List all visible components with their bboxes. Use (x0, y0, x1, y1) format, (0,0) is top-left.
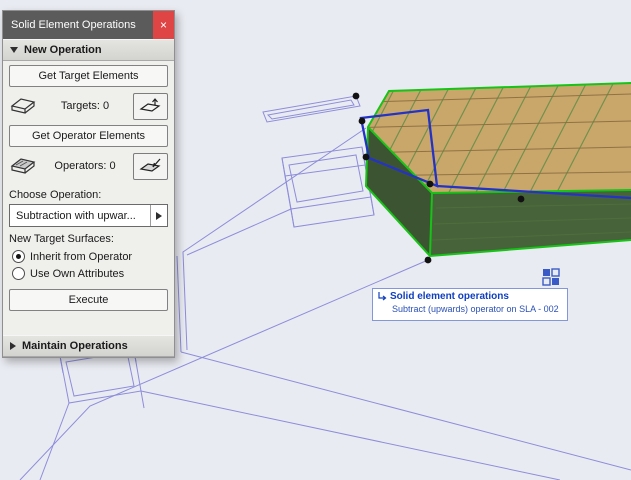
info-tag: Solid element operations Subtract (upwar… (372, 288, 568, 321)
pick-operators-button[interactable] (133, 152, 168, 180)
radio-inherit-label: Inherit from Operator (30, 250, 133, 263)
branch-arrow-icon (378, 292, 387, 301)
get-operator-elements-button[interactable]: Get Operator Elements (9, 125, 168, 147)
radio-use-own-attributes[interactable]: Use Own Attributes (8, 265, 169, 282)
dropdown-arrow (150, 205, 167, 226)
maintain-operations-label: Maintain Operations (22, 340, 128, 352)
section-maintain-operations[interactable]: Maintain Operations (3, 335, 174, 357)
choose-operation-label: Choose Operation: (9, 189, 102, 201)
radio-inherit-from-operator[interactable]: Inherit from Operator (8, 248, 169, 265)
targets-row: Targets: 0 (9, 91, 168, 121)
operators-row: Operators: 0 (9, 151, 168, 181)
new-target-surfaces-label: New Target Surfaces: (9, 233, 114, 245)
info-tag-title: Solid element operations (390, 291, 509, 302)
radio-own-label: Use Own Attributes (30, 267, 125, 280)
operation-dropdown[interactable]: Subtraction with upwar... (9, 204, 168, 227)
get-target-elements-button[interactable]: Get Target Elements (9, 65, 168, 87)
radio-unselected-icon (12, 267, 25, 280)
pick-operator-icon (138, 158, 161, 172)
solid-element-operations-palette: Solid Element Operations × New Operation… (2, 10, 175, 358)
info-tag-detail: Subtract (upwards) operator on SLA - 002 (392, 304, 559, 314)
execute-button[interactable]: Execute (9, 289, 168, 311)
element-info-grid-icon[interactable] (541, 267, 561, 287)
target-slab-icon (10, 98, 36, 114)
new-operation-label: New Operation (24, 44, 102, 56)
palette-title: Solid Element Operations (11, 19, 136, 31)
radio-selected-icon (12, 250, 25, 263)
palette-content: Get Target Elements Targets: 0 Get Opera… (3, 61, 174, 335)
application-window: Solid element operations Subtract (upwar… (0, 0, 631, 480)
targets-count: Targets: 0 (60, 100, 110, 112)
pick-target-icon (138, 98, 161, 112)
operator-slab-icon (10, 158, 36, 174)
collapse-triangle-down-icon (10, 47, 18, 53)
operators-count: Operators: 0 (54, 160, 116, 172)
collapse-triangle-right-icon (10, 342, 16, 350)
pick-targets-button[interactable] (133, 92, 168, 120)
palette-titlebar[interactable]: Solid Element Operations × (3, 11, 174, 39)
close-button[interactable]: × (153, 11, 174, 39)
section-new-operation[interactable]: New Operation (3, 39, 174, 61)
operation-dropdown-value: Subtraction with upwar... (16, 209, 136, 222)
chevron-right-icon (156, 211, 162, 220)
